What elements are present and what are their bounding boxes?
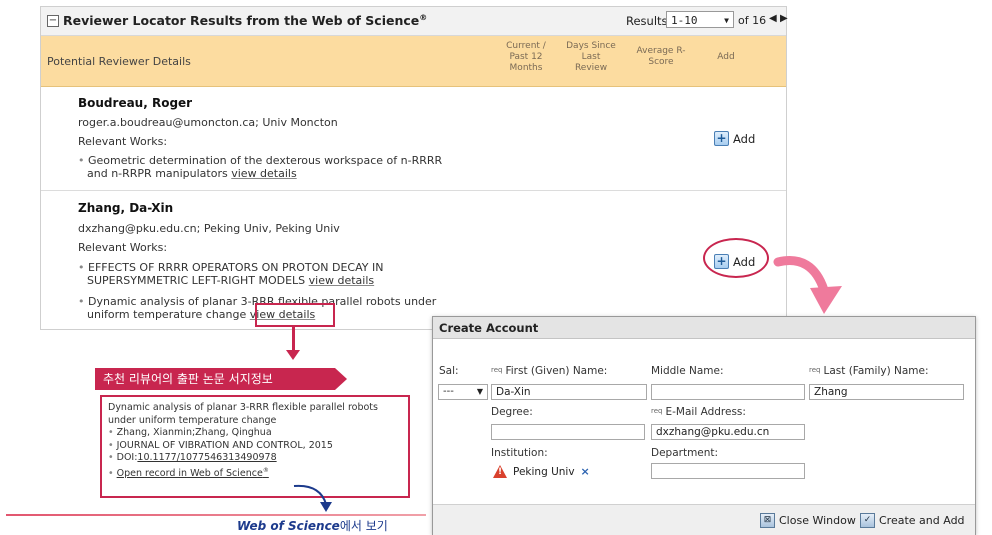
publication-info-box: Dynamic analysis of planar 3-RRR flexibl…: [100, 395, 410, 498]
wos-brand: Web of Science: [237, 519, 340, 533]
chevron-down-icon: ▼: [724, 16, 729, 25]
close-window-label: Close Window: [779, 514, 856, 527]
work-title-line: SUPERSYMMETRIC LEFT-RIGHT MODELS: [87, 274, 306, 287]
dialog-footer: ⊠ Close Window ✓ Create and Add: [433, 504, 975, 535]
required-tag: req: [491, 366, 503, 374]
sal-select[interactable]: --- ▼: [438, 384, 488, 400]
col-add: Add: [717, 52, 735, 62]
panel-header: − Reviewer Locator Results from the Web …: [41, 7, 788, 36]
sal-value: ---: [443, 386, 454, 397]
email-label: req E-Mail Address:: [651, 406, 746, 418]
next-page-icon[interactable]: ▶: [780, 13, 788, 24]
page-range-value: 1-10: [671, 14, 698, 27]
reviewer-contact: dxzhang@pku.edu.cn; Peking Univ, Peking …: [78, 222, 340, 235]
reviewer-name: Boudreau, Roger: [78, 96, 193, 110]
required-tag: req: [651, 407, 663, 415]
publication-authors: • Zhang, Xianmin;Zhang, Qinghua: [108, 427, 272, 438]
last-name-label-text: Last (Family) Name:: [823, 365, 929, 377]
work-title-line: uniform temperature change: [87, 308, 247, 321]
middle-name-label: Middle Name:: [651, 365, 724, 377]
panel-title-text: Reviewer Locator Results from the Web of…: [63, 13, 420, 29]
dialog-title: Create Account: [433, 317, 975, 339]
registered-mark: ®: [419, 13, 428, 22]
column-header-row: Potential Reviewer Details Current / Pas…: [41, 36, 786, 87]
registered-mark: ®: [262, 466, 269, 474]
relevant-work-item: • Geometric determination of the dextero…: [78, 154, 443, 180]
collapse-icon[interactable]: −: [47, 15, 59, 27]
callout-banner: 추천 리뷰어의 출판 논문 서지정보: [95, 368, 347, 390]
reviewer-results-panel: − Reviewer Locator Results from the Web …: [40, 6, 788, 330]
work-title-line: and n-RRPR manipulators: [87, 167, 228, 180]
curved-arrow-icon: [293, 484, 332, 512]
results-label: Results: [626, 14, 668, 28]
first-name-field[interactable]: Da-Xin: [491, 384, 647, 400]
create-and-add-label: Create and Add: [879, 514, 965, 527]
caption-text: 에서 보기: [339, 519, 388, 533]
relevant-works-label: Relevant Works:: [78, 241, 168, 254]
prev-page-icon[interactable]: ◀: [769, 13, 777, 24]
sal-label: Sal:: [439, 365, 459, 377]
email-field[interactable]: dxzhang@pku.edu.cn: [651, 424, 805, 440]
last-name-label: req Last (Family) Name:: [809, 365, 929, 377]
add-reviewer-button[interactable]: + Add: [714, 131, 755, 146]
department-label: Department:: [651, 447, 719, 459]
wos-caption: Web of Science에서 보기: [237, 517, 388, 534]
middle-name-field[interactable]: [651, 384, 805, 400]
add-label: Add: [733, 131, 756, 146]
reviewer-row: Zhang, Da-Xin dxzhang@pku.edu.cn; Peking…: [41, 191, 786, 328]
view-details-link[interactable]: view details: [309, 274, 374, 287]
first-name-label-text: First (Given) Name:: [505, 365, 608, 377]
remove-institution-icon[interactable]: ×: [581, 465, 590, 478]
first-name-label: req First (Given) Name:: [491, 365, 607, 377]
page-range-select[interactable]: 1-10 ▼: [666, 11, 734, 28]
view-details-link[interactable]: view details: [231, 167, 296, 180]
open-record-row: • Open record in Web of Science®: [108, 466, 269, 479]
divider-line: [6, 514, 426, 516]
arrow-down-icon: [286, 350, 300, 360]
create-and-add-button[interactable]: ✓ Create and Add: [860, 513, 965, 528]
close-window-icon: ⊠: [760, 513, 775, 528]
reviewer-row: Boudreau, Roger roger.a.boudreau@umoncto…: [41, 87, 786, 190]
publication-doi: • DOI:10.1177/1077546313490978: [108, 452, 277, 463]
arrow-line: [292, 326, 295, 352]
reviewer-contact: roger.a.boudreau@umoncton.ca; Univ Monct…: [78, 116, 338, 129]
highlight-ellipse: [703, 238, 769, 278]
col-current-past-12-months: Current / Past 12 Months: [506, 41, 546, 73]
institution-label: Institution:: [491, 447, 548, 459]
institution-value: Peking Univ ×: [493, 465, 590, 478]
create-add-icon: ✓: [860, 513, 875, 528]
results-total: of 16: [738, 14, 767, 27]
curved-arrow-icon: [773, 256, 842, 314]
doi-label: DOI:: [116, 452, 138, 463]
open-record-link[interactable]: Open record in Web of Science®: [116, 466, 269, 479]
publication-title: Dynamic analysis of planar 3-RRR flexibl…: [108, 402, 378, 426]
journal-text: JOURNAL OF VIBRATION AND CONTROL, 2015: [116, 439, 333, 451]
plus-icon: +: [714, 131, 729, 146]
col-potential-reviewer-details: Potential Reviewer Details: [47, 55, 191, 68]
highlight-rect: [255, 303, 335, 327]
relevant-works-label: Relevant Works:: [78, 135, 168, 148]
panel-title: Reviewer Locator Results from the Web of…: [63, 13, 427, 28]
create-account-dialog: Create Account Sal: --- ▼ req First (Given…: [432, 316, 976, 535]
open-record-text: Open record in Web of Science: [116, 467, 263, 479]
last-name-field[interactable]: Zhang: [809, 384, 964, 400]
col-days-since-last-review: Days Since Last Review: [566, 41, 616, 73]
warning-icon: [493, 465, 507, 478]
close-window-button[interactable]: ⊠ Close Window: [760, 513, 856, 528]
col-average-r-score: Average R- Score: [636, 46, 686, 67]
required-tag: req: [809, 366, 821, 374]
degree-label: Degree:: [491, 406, 533, 418]
department-field[interactable]: [651, 463, 805, 479]
doi-link[interactable]: 10.1177/1077546313490978: [137, 452, 276, 463]
authors-text: Zhang, Xianmin;Zhang, Qinghua: [116, 427, 272, 438]
work-title-line: Geometric determination of the dexterous…: [88, 154, 443, 167]
chevron-down-icon: ▼: [476, 387, 483, 396]
degree-field[interactable]: [491, 424, 645, 440]
institution-text: Peking Univ: [513, 465, 575, 478]
publication-journal: • JOURNAL OF VIBRATION AND CONTROL, 2015: [108, 439, 333, 451]
email-label-text: E-Mail Address:: [665, 406, 746, 418]
reviewer-name: Zhang, Da-Xin: [78, 201, 174, 215]
work-title-line: EFFECTS OF RRRR OPERATORS ON PROTON DECA…: [88, 261, 384, 274]
relevant-work-item: • EFFECTS OF RRRR OPERATORS ON PROTON DE…: [78, 261, 384, 287]
